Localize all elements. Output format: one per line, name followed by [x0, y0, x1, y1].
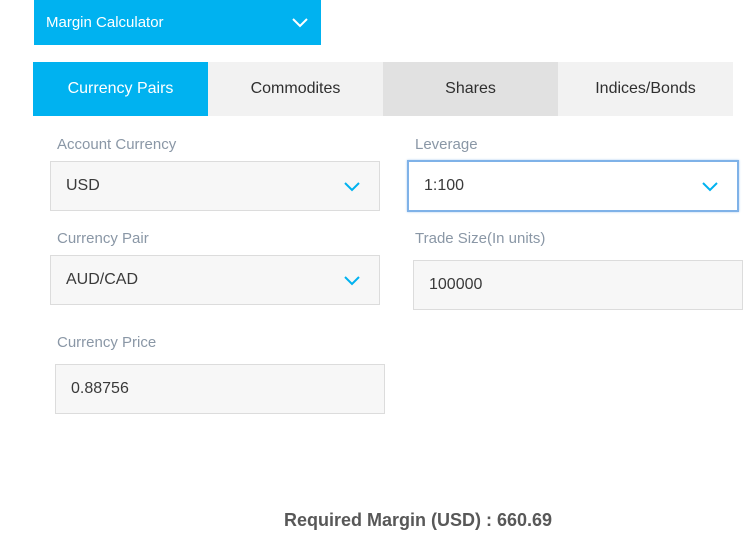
leverage-select[interactable]: 1:100 [407, 160, 739, 212]
asset-class-tabs: Currency Pairs Commodites Shares Indices… [33, 62, 733, 116]
required-margin-result: Required Margin (USD) : 660.69 [0, 510, 751, 531]
tab-label: Commodites [250, 80, 341, 97]
account-currency-label: Account Currency [57, 136, 177, 153]
required-margin-value: 660.69 [496, 510, 553, 530]
chevron-down-icon [344, 182, 360, 192]
currency-price-value: 0.88756 [71, 380, 129, 397]
account-currency-value: USD [66, 177, 100, 194]
chevron-down-icon [292, 18, 308, 28]
currency-pair-label: Currency Pair [57, 230, 149, 247]
tab-label: Currency Pairs [67, 80, 174, 97]
leverage-label: Leverage [415, 136, 478, 153]
leverage-value: 1:100 [424, 177, 465, 194]
trade-size-value: 100000 [429, 276, 483, 293]
chevron-down-icon [702, 182, 718, 192]
account-currency-select[interactable]: USD [50, 161, 380, 211]
chevron-down-icon [344, 276, 360, 286]
trade-size-input[interactable]: 100000 [413, 260, 743, 310]
currency-price-label: Currency Price [57, 334, 157, 351]
margin-calculator-page: Margin Calculator Currency Pairs Commodi… [0, 0, 751, 541]
currency-pair-select[interactable]: AUD/CAD [50, 255, 380, 305]
calculator-type-select[interactable]: Margin Calculator [34, 0, 321, 45]
tab-indices-bonds[interactable]: Indices/Bonds [558, 62, 733, 116]
tab-shares[interactable]: Shares [383, 62, 558, 116]
required-margin-label: Required Margin (USD) : [283, 510, 497, 530]
tab-currency-pairs[interactable]: Currency Pairs [33, 62, 208, 116]
currency-pair-value: AUD/CAD [66, 271, 139, 288]
calculator-type-label: Margin Calculator [46, 14, 164, 31]
tab-label: Shares [445, 80, 496, 97]
trade-size-label: Trade Size(In units) [415, 230, 546, 247]
tab-label: Indices/Bonds [595, 80, 696, 97]
tab-commodites[interactable]: Commodites [208, 62, 383, 116]
currency-price-input[interactable]: 0.88756 [55, 364, 385, 414]
